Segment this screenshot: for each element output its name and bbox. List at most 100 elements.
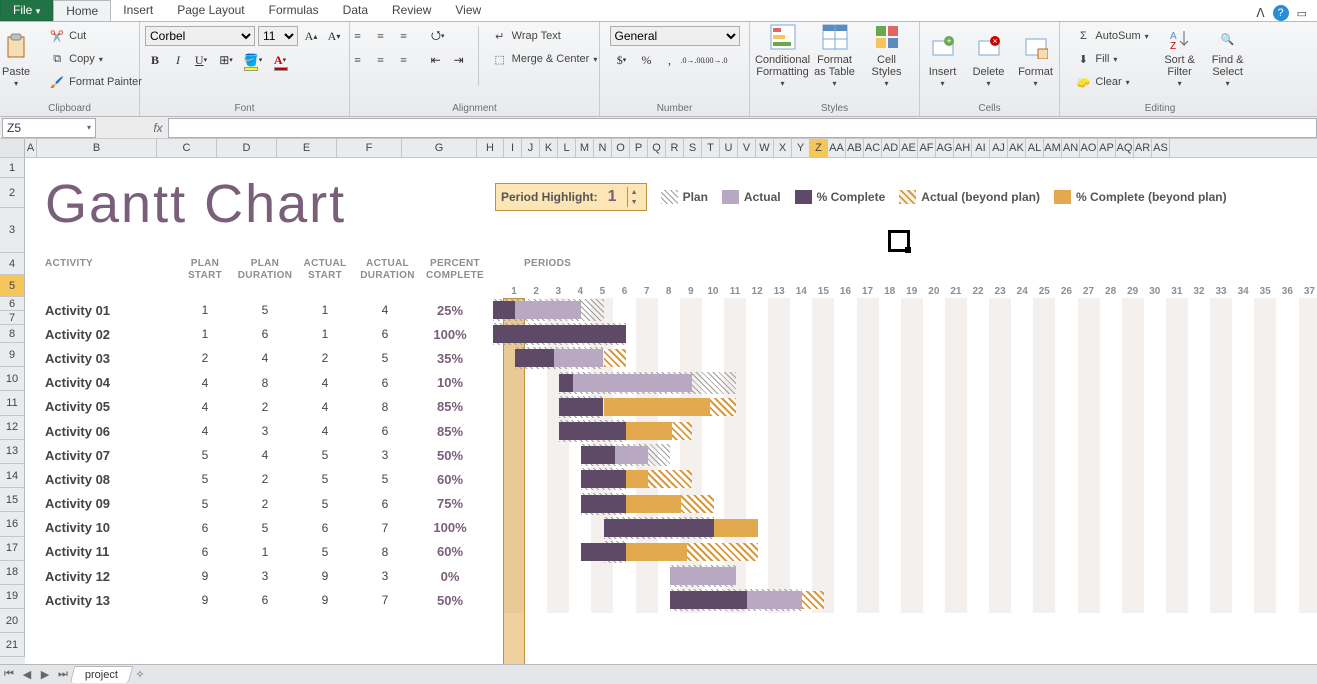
row-header-8[interactable]: 8 [0,325,25,343]
col-header-W[interactable]: W [756,139,774,157]
col-header-Y[interactable]: Y [792,139,810,157]
font-size-select[interactable]: 11 [258,26,298,46]
col-header-I[interactable]: I [504,139,522,157]
col-header-T[interactable]: T [702,139,720,157]
col-header-L[interactable]: L [558,139,576,157]
row-header-3[interactable]: 3 [0,208,25,253]
row-header-14[interactable]: 14 [0,464,25,488]
row-header-21[interactable]: 21 [0,633,25,657]
currency-button[interactable]: $▾ [610,50,634,70]
period-highlight-down[interactable]: ▼ [628,197,641,207]
col-header-C[interactable]: C [157,139,217,157]
clear-button[interactable]: 🧽Clear ▾ [1071,72,1152,92]
col-header-AO[interactable]: AO [1080,139,1098,157]
increase-indent-button[interactable]: ⇥ [449,50,469,70]
italic-button[interactable]: I [168,50,188,70]
col-header-AQ[interactable]: AQ [1116,139,1134,157]
number-format-select[interactable]: General [610,26,740,46]
row-header-7[interactable]: 7 [0,311,25,325]
fill-color-button[interactable]: 🪣▾ [241,50,265,70]
format-painter-button[interactable]: 🖌️Format Painter [45,72,146,92]
col-header-V[interactable]: V [738,139,756,157]
col-header-O[interactable]: O [612,139,630,157]
sort-filter-button[interactable]: AZSort & Filter▾ [1159,26,1201,92]
sheet-nav-next[interactable]: ▶ [36,668,54,681]
col-header-AF[interactable]: AF [918,139,936,157]
decrease-indent-button[interactable]: ⇤ [426,50,446,70]
formula-input[interactable] [168,118,1317,138]
sheet-nav-first[interactable]: ⏮ [0,668,18,681]
fx-icon[interactable]: fx [148,121,168,135]
sheet-nav-last[interactable]: ⏭ [54,668,72,681]
tab-review[interactable]: Review [380,0,443,21]
row-header-19[interactable]: 19 [0,585,25,609]
merge-center-button[interactable]: ⬚Merge & Center ▾ [488,49,602,69]
cut-button[interactable]: ✂️Cut [45,26,146,46]
file-tab[interactable]: File ▾ [0,0,53,21]
col-header-AI[interactable]: AI [972,139,990,157]
row-header-12[interactable]: 12 [0,416,25,440]
row-header-2[interactable]: 2 [0,178,25,208]
col-header-AN[interactable]: AN [1062,139,1080,157]
col-header-AK[interactable]: AK [1008,139,1026,157]
orientation-button[interactable]: ⭯▾ [426,26,450,46]
col-header-AE[interactable]: AE [900,139,918,157]
col-header-AC[interactable]: AC [864,139,882,157]
font-name-select[interactable]: Corbel [145,26,255,46]
select-all-corner[interactable] [0,139,25,157]
tab-home[interactable]: Home [53,0,111,21]
delete-cells-button[interactable]: ×Delete▾ [969,26,1009,92]
sheet-tab-project[interactable]: project [70,666,134,683]
find-select-button[interactable]: 🔍Find & Select▾ [1207,26,1249,92]
shrink-font-button[interactable]: A▾ [324,26,344,46]
tab-formulas[interactable]: Formulas [257,0,331,21]
tab-page-layout[interactable]: Page Layout [165,0,256,21]
col-header-S[interactable]: S [684,139,702,157]
align-left-button[interactable]: ≡ [348,50,368,70]
percent-button[interactable]: % [637,50,657,70]
col-header-X[interactable]: X [774,139,792,157]
col-header-H[interactable]: H [477,139,504,157]
row-header-10[interactable]: 10 [0,367,25,391]
col-header-K[interactable]: K [540,139,558,157]
row-header-5[interactable]: 5 [0,275,25,297]
col-header-M[interactable]: M [576,139,594,157]
col-header-E[interactable]: E [277,139,337,157]
fill-button[interactable]: ⬇Fill ▾ [1071,49,1152,69]
col-header-A[interactable]: A [25,139,37,157]
tab-view[interactable]: View [443,0,493,21]
col-header-AP[interactable]: AP [1098,139,1116,157]
wrap-text-button[interactable]: ↵Wrap Text [488,26,602,46]
col-header-Q[interactable]: Q [648,139,666,157]
row-header-11[interactable]: 11 [0,391,25,415]
col-header-AA[interactable]: AA [828,139,846,157]
copy-button[interactable]: ⧉Copy ▾ [45,49,146,69]
align-middle-button[interactable]: ≡ [371,26,391,46]
col-header-AL[interactable]: AL [1026,139,1044,157]
col-header-AB[interactable]: AB [846,139,864,157]
row-header-15[interactable]: 15 [0,488,25,512]
col-header-J[interactable]: J [522,139,540,157]
paste-button[interactable]: Paste▾ [0,26,39,92]
increase-decimal-button[interactable]: .0→.00 [683,50,703,70]
minimize-ribbon-icon[interactable]: ᐱ [1256,6,1264,20]
border-button[interactable]: ⊞▾ [214,50,238,70]
row-header-16[interactable]: 16 [0,512,25,536]
row-header-6[interactable]: 6 [0,297,25,311]
new-sheet-button[interactable]: ✧ [131,668,149,681]
comma-button[interactable]: , [660,50,680,70]
col-header-P[interactable]: P [630,139,648,157]
col-header-AJ[interactable]: AJ [990,139,1008,157]
format-as-table-button[interactable]: Format as Table▾ [812,26,858,92]
col-header-AH[interactable]: AH [954,139,972,157]
row-header-13[interactable]: 13 [0,440,25,464]
sheet-nav-prev[interactable]: ◀ [18,668,36,681]
align-center-button[interactable]: ≡ [371,50,391,70]
align-top-button[interactable]: ≡ [348,26,368,46]
decrease-decimal-button[interactable]: .00→.0 [706,50,726,70]
row-header-9[interactable]: 9 [0,343,25,367]
tab-data[interactable]: Data [331,0,380,21]
window-box-icon[interactable]: ▭ [1297,7,1307,20]
font-color-button[interactable]: A▾ [268,50,292,70]
row-header-4[interactable]: 4 [0,253,25,275]
